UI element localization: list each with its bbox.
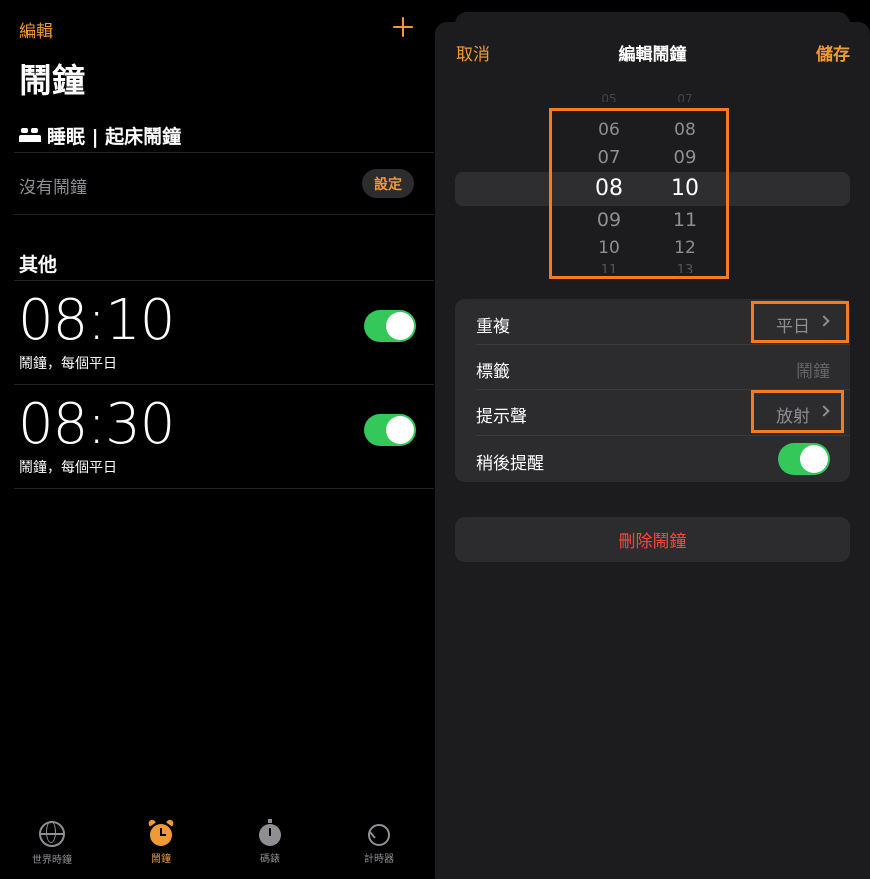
snooze-label: 稍後提醒 (476, 454, 544, 474)
alarm-time: 08:30 (18, 392, 175, 457)
divider (14, 384, 434, 385)
alarm-clock-icon (147, 818, 175, 846)
delete-alarm-button[interactable]: 刪除鬧鐘 (455, 517, 850, 562)
time-picker-highlight-box (549, 108, 729, 279)
add-alarm-plus-icon[interactable] (390, 14, 416, 40)
divider (14, 488, 434, 489)
bed-icon (19, 128, 41, 142)
hour-option: 05 (601, 92, 617, 102)
tab-label: 世界時鐘 (32, 855, 72, 866)
page-title: 鬧鐘 (19, 61, 85, 100)
edit-button[interactable]: 編輯 (19, 17, 53, 42)
sleep-wake-header: 睡眠 | 起床鬧鐘 (19, 120, 181, 150)
label-label: 標籤 (476, 362, 510, 382)
tab-world-clock[interactable]: 世界時鐘 (7, 815, 97, 866)
save-button[interactable]: 儲存 (816, 40, 850, 65)
setup-button[interactable]: 設定 (362, 169, 414, 198)
alarm-subtitle: 鬧鐘，每個平日 (19, 356, 117, 372)
repeat-label: 重複 (476, 317, 510, 337)
label-value: 鬧鐘 (796, 362, 830, 382)
timer-icon (368, 824, 390, 846)
tab-label: 碼錶 (260, 854, 280, 865)
sleep-header-label: 睡眠 | 起床鬧鐘 (47, 125, 182, 148)
repeat-highlight-box (751, 301, 849, 343)
cancel-button[interactable]: 取消 (456, 40, 490, 65)
tab-bar: 世界時鐘 鬧鐘 碼錶 計時器 (0, 815, 434, 879)
tab-timer[interactable]: 計時器 (334, 815, 424, 865)
snooze-row: 稍後提醒 (455, 436, 850, 482)
sheet-title: 編輯鬧鐘 (618, 45, 687, 65)
edit-alarm-screen: 編輯鬧鐘 取消 儲存 05 06 07 08 09 10 11 07 08 09… (435, 0, 870, 879)
sound-highlight-box (751, 390, 844, 433)
alarm-list-screen: 編輯 鬧鐘 睡眠 | 起床鬧鐘 沒有鬧鐘 設定 其他 08:10 鬧鐘，每個平日… (0, 0, 434, 879)
tab-label: 鬧鐘 (151, 854, 171, 865)
alarm-toggle[interactable] (364, 414, 416, 446)
divider (14, 280, 434, 281)
alarm-subtitle: 鬧鐘，每個平日 (19, 460, 117, 476)
divider (14, 152, 434, 153)
minute-option: 07 (677, 92, 693, 102)
tab-alarm[interactable]: 鬧鐘 (116, 815, 206, 865)
no-alarm-text: 沒有鬧鐘 (19, 178, 87, 198)
snooze-toggle[interactable] (778, 443, 830, 475)
tab-stopwatch[interactable]: 碼錶 (225, 815, 315, 865)
tab-label: 計時器 (364, 854, 394, 865)
alarm-time: 08:10 (18, 288, 175, 353)
alarm-toggle[interactable] (364, 310, 416, 342)
sound-label: 提示聲 (476, 407, 527, 427)
other-section-header: 其他 (19, 254, 58, 276)
globe-icon (39, 821, 65, 847)
label-row[interactable]: 標籤 鬧鐘 (455, 344, 850, 390)
divider (14, 214, 434, 215)
stopwatch-icon (259, 819, 281, 846)
